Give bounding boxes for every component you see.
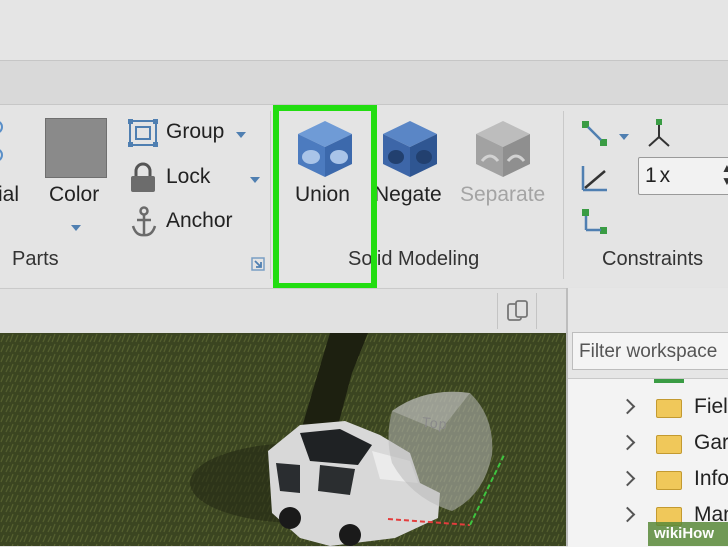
wikihow-watermark: wikiHow: [648, 522, 728, 546]
separate-label: Separate: [460, 183, 546, 206]
tree-item-label: Fiel: [694, 395, 728, 418]
constraints-group-label: Constraints: [602, 248, 704, 270]
tree-item-label: Gard: [694, 431, 728, 454]
anchor-button[interactable]: Anchor: [126, 204, 246, 238]
group-label: Group: [166, 120, 225, 143]
ribbon-toolbar: ial Color Group Lock Anchor Parts Union …: [0, 104, 728, 289]
ribbon-separator: [563, 111, 564, 279]
lock-button[interactable]: Lock: [126, 160, 266, 194]
anchor-label: Anchor: [166, 209, 233, 232]
negate-button[interactable]: Negate: [374, 115, 446, 225]
view-cube-top-label: Top: [421, 413, 449, 433]
watermark-text: wikiHow: [654, 525, 715, 542]
expand-chevron-icon[interactable]: [619, 470, 636, 487]
group-button[interactable]: Group: [126, 117, 256, 149]
explorer-panel: Filter workspace Fiel Gard Info Man: [566, 288, 728, 547]
color-button[interactable]: Color: [44, 117, 108, 235]
ribbon-separator: [270, 111, 271, 279]
anchor-icon: [131, 206, 157, 237]
folder-icon: [656, 399, 682, 418]
scale-value: 1x: [645, 164, 674, 187]
tree-item[interactable]: Info: [568, 461, 728, 497]
group-icon: [128, 119, 158, 147]
lock-icon: [131, 162, 155, 192]
separate-icon: [476, 121, 530, 177]
scene-graphic: [0, 333, 566, 546]
device-icon: [507, 300, 528, 321]
parts-group-label: Parts: [12, 248, 59, 270]
expand-chevron-icon[interactable]: [619, 434, 636, 451]
union-highlight-frame: [273, 105, 377, 289]
material-label[interactable]: ial: [0, 183, 19, 207]
expand-chevron-icon[interactable]: [619, 506, 636, 523]
negate-label: Negate: [374, 183, 442, 206]
tab-band: [0, 60, 728, 105]
color-label: Color: [49, 183, 100, 206]
tree-selection-marker: [654, 379, 684, 383]
device-emulator-button[interactable]: [497, 293, 537, 329]
material-icon[interactable]: [0, 119, 10, 169]
scale-stepper-icon[interactable]: ▲ ▼: [721, 162, 728, 188]
color-swatch-icon: [45, 118, 107, 178]
folder-icon: [656, 471, 682, 490]
separate-button[interactable]: Separate: [458, 115, 550, 225]
constraint-joint-icon[interactable]: [644, 117, 674, 149]
lock-dropdown-icon: [250, 177, 260, 183]
tree-item-label: Info: [694, 467, 728, 490]
tree-item[interactable]: Gard: [568, 425, 728, 461]
filter-workspace-input[interactable]: Filter workspace: [572, 332, 728, 370]
constraint-weld-icon[interactable]: [580, 207, 610, 237]
viewport-3d[interactable]: Top: [0, 333, 566, 546]
constraint-rigid-icon[interactable]: [580, 119, 610, 149]
scale-field[interactable]: 1x ▲ ▼: [638, 157, 728, 195]
lock-label: Lock: [166, 165, 211, 188]
constraint-angle-icon[interactable]: [580, 163, 610, 193]
tree-item[interactable]: Fiel: [568, 389, 728, 425]
negate-icon: [383, 121, 437, 177]
filter-workspace-placeholder: Filter workspace: [579, 341, 718, 362]
viewport-tab-bar: [0, 288, 566, 334]
constraint-dropdown-icon[interactable]: [619, 134, 629, 140]
color-dropdown-icon: [71, 225, 81, 231]
folder-icon: [656, 435, 682, 454]
expand-chevron-icon[interactable]: [619, 398, 636, 415]
title-band: [0, 0, 728, 60]
parts-expand-icon[interactable]: [251, 257, 265, 271]
group-dropdown-icon: [236, 132, 246, 138]
